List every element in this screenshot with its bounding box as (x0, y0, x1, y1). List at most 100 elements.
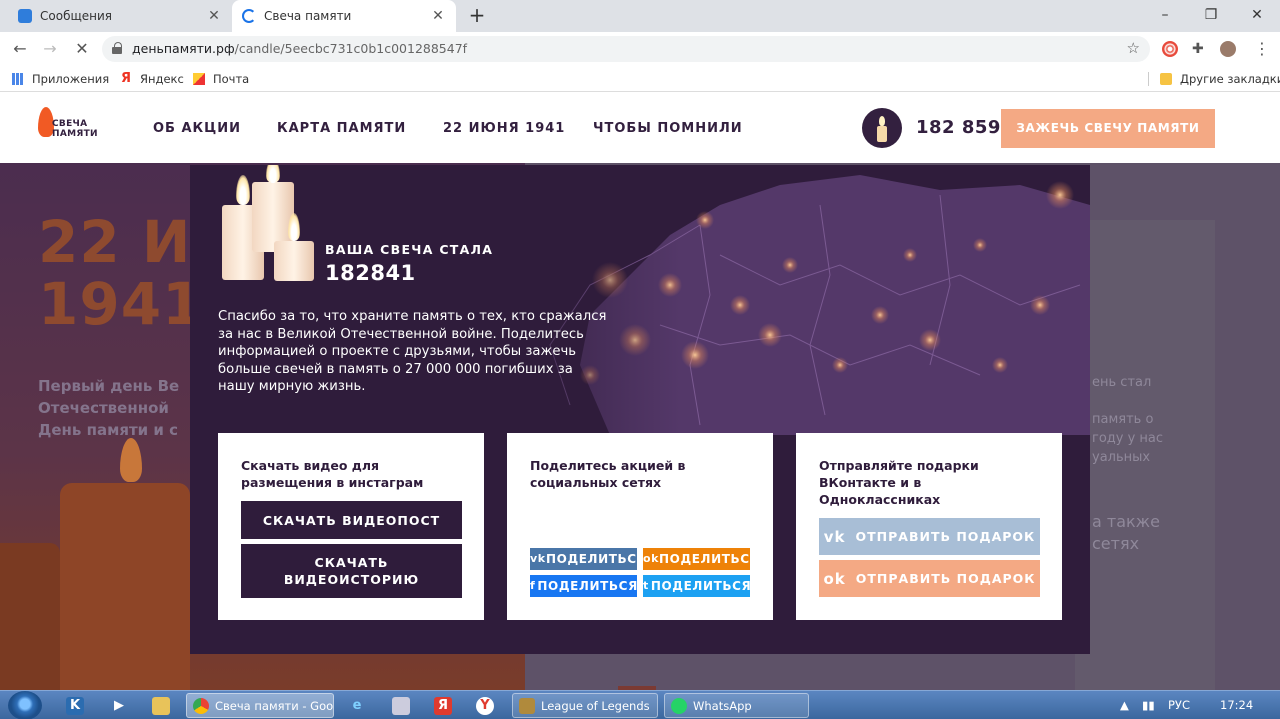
media-player-icon[interactable]: ▶ (110, 697, 128, 715)
minimize-button[interactable]: – (1142, 0, 1188, 32)
hero-candle-image (60, 483, 190, 690)
start-button[interactable] (8, 691, 42, 719)
yandex-app-icon[interactable]: Я (434, 697, 452, 715)
light-candle-button[interactable]: ЗАЖЕЧЬ СВЕЧУ ПАМЯТИ (1001, 109, 1215, 148)
facebook-icon: f (530, 579, 536, 592)
clock[interactable]: 17:24 (1220, 698, 1253, 712)
share-vk-button[interactable]: vk ПОДЕЛИТЬСЯ (530, 548, 637, 570)
tab-title: Свеча памяти (264, 9, 352, 23)
new-tab-button[interactable]: + (466, 5, 488, 27)
profile-avatar[interactable] (1220, 41, 1236, 57)
internet-explorer-icon[interactable]: e (348, 697, 366, 715)
address-bar[interactable]: деньпамяти.рф/candle/5eecbc731c0b1c00128… (102, 36, 1150, 62)
instagram-download-card: Скачать видео для размещения в инстаграм… (218, 433, 484, 620)
candles-image (222, 165, 318, 283)
extensions-puzzle-icon[interactable]: ✚ (1192, 41, 1208, 57)
windows-taskbar: K ▶ Свеча памяти - Goo... e Я Y League o… (0, 690, 1280, 719)
tray-arrow-icon[interactable]: ▲ (1120, 698, 1129, 712)
bookmarks-separator (1148, 72, 1149, 86)
apps-grid-icon (12, 73, 24, 85)
site-logo[interactable]: СВЕЧА ПАМЯТИ (36, 107, 108, 147)
candle-number: 182841 (325, 261, 416, 285)
download-videostory-button[interactable]: СКАЧАТЬ ВИДЕОИСТОРИЮ (241, 544, 462, 598)
send-gift-ok-button[interactable]: ok ОТПРАВИТЬ ПОДАРОК (819, 560, 1040, 597)
mail-icon (193, 73, 205, 85)
url-text: деньпамяти.рф/candle/5eecbc731c0b1c00128… (132, 41, 468, 56)
whatsapp-icon (671, 697, 687, 714)
tab-messages[interactable]: Сообщения ✕ (8, 0, 232, 32)
restore-button[interactable]: ❐ (1188, 0, 1234, 32)
bookmark-label: Почта (213, 72, 250, 86)
loading-spinner-icon (242, 9, 256, 23)
share-ok-button[interactable]: ok ПОДЕЛИТЬСЯ (643, 548, 750, 570)
background-text: а также (1092, 512, 1160, 531)
nav-about[interactable]: ОБ АКЦИИ (153, 121, 241, 136)
browser-tab-strip: Сообщения ✕ Свеча памяти ✕ + – ❐ ✕ (0, 0, 1280, 32)
extension-target-icon[interactable] (1162, 41, 1178, 57)
chrome-menu-icon[interactable]: ⋮ (1254, 41, 1270, 57)
hero-flame-image (120, 438, 142, 482)
close-tab-icon[interactable]: ✕ (430, 8, 446, 24)
league-of-legends-icon (519, 697, 535, 714)
background-text: сетях (1092, 534, 1140, 553)
share-facebook-button[interactable]: f ПОДЕЛИТЬСЯ (530, 575, 637, 597)
hero-candle-image (0, 543, 60, 690)
thank-you-text: Спасибо за то, что храните память о тех,… (218, 309, 607, 395)
nav-june-22[interactable]: 22 ИЮНЯ 1941 (443, 121, 565, 136)
stop-loading-icon[interactable]: ✕ (70, 38, 94, 60)
bookmark-other[interactable]: Другие закладки (1160, 72, 1280, 86)
taskbar-league-button[interactable]: League of Legends (512, 693, 658, 718)
lock-icon (112, 42, 122, 54)
bookmark-yandex[interactable]: Я Яндекс (120, 72, 184, 86)
bookmark-star-icon[interactable]: ☆ (1127, 39, 1140, 57)
vk-app-icon[interactable]: K (66, 697, 84, 715)
folder-icon (1160, 73, 1172, 85)
bookmark-label: Другие закладки (1180, 72, 1280, 86)
keyboard-icon[interactable] (392, 697, 410, 715)
background-text: память о (1092, 412, 1154, 427)
download-videopost-button[interactable]: СКАЧАТЬ ВИДЕОПОСТ (241, 501, 462, 539)
odnoklassniki-icon: ok (643, 552, 660, 565)
nav-memory-map[interactable]: КАРТА ПАМЯТИ (277, 121, 406, 136)
nav-remember[interactable]: ЧТОБЫ ПОМНИЛИ (593, 121, 743, 136)
candle-success-modal: ВАША СВЕЧА СТАЛА 182841 Спасибо за то, ч… (190, 165, 1090, 654)
bookmark-label: Приложения (32, 72, 110, 86)
back-arrow-icon[interactable]: ← (8, 38, 32, 60)
yandex-browser-icon[interactable]: Y (476, 697, 494, 715)
close-tab-icon[interactable]: ✕ (206, 8, 222, 24)
keyboard-language[interactable]: РУС (1168, 698, 1190, 712)
card-title: Поделитесь акцией в социальных сетях (530, 458, 686, 490)
taskbar-whatsapp-button[interactable]: WhatsApp (664, 693, 809, 718)
tab-candle[interactable]: Свеча памяти ✕ (232, 0, 456, 32)
card-title: Отправляйте подарки ВКонтакте и в Однокл… (819, 458, 979, 507)
bookmark-label: Яндекс (140, 72, 184, 86)
bookmarks-bar: Приложения Я Яндекс Почта Другие закладк… (0, 66, 1280, 92)
bookmark-apps[interactable]: Приложения (12, 72, 109, 86)
messages-favicon-icon (18, 9, 32, 23)
candle-kicker: ВАША СВЕЧА СТАЛА (325, 242, 494, 257)
share-twitter-button[interactable]: t ПОДЕЛИТЬСЯ (643, 575, 750, 597)
hero-subtitle: Первый день Ве Отечественной День памяти… (38, 377, 180, 439)
gift-card: Отправляйте подарки ВКонтакте и в Однокл… (796, 433, 1062, 620)
yandex-icon: Я (120, 71, 131, 86)
vk-icon: vk (530, 552, 546, 565)
send-gift-vk-button[interactable]: vk ОТПРАВИТЬ ПОДАРОК (819, 518, 1040, 555)
twitter-icon: t (643, 579, 649, 592)
close-window-button[interactable]: ✕ (1234, 0, 1280, 32)
odnoklassniki-icon: ok (823, 569, 846, 588)
background-text: уальных (1092, 450, 1151, 465)
chrome-icon (193, 697, 209, 714)
background-text: ень стал (1092, 375, 1152, 390)
forward-arrow-icon[interactable]: → (38, 38, 62, 60)
logo-text: СВЕЧА ПАМЯТИ (52, 119, 98, 139)
candle-counter: 182 859 (916, 117, 1001, 138)
taskbar-chrome-button[interactable]: Свеча памяти - Goo... (186, 693, 334, 718)
signal-icon[interactable]: ▮▮ (1142, 698, 1155, 712)
bookmark-mail[interactable]: Почта (193, 72, 249, 86)
tab-title: Сообщения (40, 9, 113, 23)
explorer-folder-icon[interactable] (152, 697, 170, 715)
background-text: году у нас (1092, 431, 1164, 446)
vk-icon: vk (823, 527, 846, 546)
social-share-card: Поделитесь акцией в социальных сетях vk П… (507, 433, 773, 620)
hero-title: 22 И 1941 (38, 208, 204, 338)
